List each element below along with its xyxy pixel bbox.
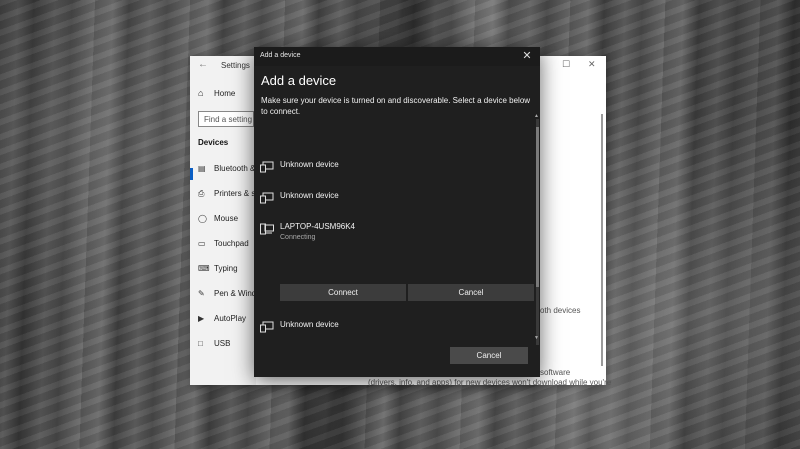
device-list-item[interactable]: Unknown device: [260, 159, 530, 183]
back-arrow-icon[interactable]: ←: [198, 59, 208, 70]
dialog-description: Make sure your device is turned on and d…: [261, 96, 531, 116]
keyboard-icon: ⌨: [198, 264, 210, 273]
nav-label: Printers & scanners: [214, 189, 256, 198]
nav-label: Mouse: [214, 214, 239, 223]
nav-label: AutoPlay: [214, 314, 247, 323]
dialog-titlebar-text: Add a device: [260, 52, 301, 59]
close-icon[interactable]: ✕: [520, 49, 534, 62]
nav-label: Typing: [214, 264, 238, 273]
nav-item-pen[interactable]: ✎ Pen & Windows Ink: [190, 289, 256, 309]
settings-scrollbar[interactable]: [601, 114, 603, 366]
background-text: (drivers, info, and apps) for new device…: [368, 378, 612, 387]
scroll-down-arrow-icon[interactable]: ▼: [534, 335, 539, 341]
device-name: Unknown device: [280, 320, 339, 329]
usb-icon: □: [198, 339, 203, 348]
nav-item-autoplay[interactable]: ▶ AutoPlay: [190, 314, 256, 334]
device-list-scrollbar[interactable]: [536, 119, 539, 345]
display-device-icon: [260, 321, 274, 333]
printer-icon: ⎙: [198, 189, 205, 198]
nav-label: USB: [214, 339, 231, 348]
scrollbar-thumb[interactable]: [536, 127, 539, 287]
dialog-heading: Add a device: [261, 73, 337, 88]
background-text: oth devices: [540, 306, 581, 315]
cancel-connection-button[interactable]: Cancel: [408, 284, 534, 301]
device-list-item[interactable]: Unknown device: [260, 319, 530, 343]
background-text: software: [540, 368, 571, 377]
close-icon[interactable]: ✕: [588, 59, 596, 70]
nav-label: Touchpad: [214, 239, 249, 248]
maximize-icon[interactable]: ☐: [562, 59, 570, 70]
device-status: Connecting: [280, 234, 316, 241]
pen-icon: ✎: [198, 289, 205, 298]
mouse-icon: ◯: [198, 214, 207, 223]
device-name: Unknown device: [280, 191, 339, 200]
section-title-devices: Devices: [198, 138, 229, 147]
display-device-icon: [260, 161, 274, 173]
autoplay-icon: ▶: [198, 314, 205, 323]
dialog-titlebar: Add a device ✕: [254, 47, 540, 66]
home-icon: ⌂: [198, 88, 204, 98]
device-list-item[interactable]: Unknown device: [260, 190, 530, 214]
home-label: Home: [214, 89, 236, 98]
nav-item-usb[interactable]: □ USB: [190, 339, 256, 359]
nav-item-typing[interactable]: ⌨ Typing: [190, 264, 256, 284]
nav-label: Pen & Windows Ink: [214, 289, 256, 298]
device-list-item-selected[interactable]: LAPTOP-4USM96K4 Connecting: [260, 221, 530, 245]
connect-button[interactable]: Connect: [280, 284, 406, 301]
bluetooth-icon: ▤: [198, 164, 206, 173]
device-name: Unknown device: [280, 160, 339, 169]
nav-item-mouse[interactable]: ◯ Mouse: [190, 214, 256, 234]
nav-item-touchpad[interactable]: ▭ Touchpad: [190, 239, 256, 259]
nav-label: Bluetooth & other devices: [214, 164, 256, 173]
cancel-button[interactable]: Cancel: [450, 347, 528, 364]
device-name: LAPTOP-4USM96K4: [280, 222, 355, 231]
settings-search-input[interactable]: Find a setting: [198, 111, 254, 127]
computer-device-icon: [260, 223, 274, 235]
nav-item-bluetooth[interactable]: ▤ Bluetooth & other devices: [190, 164, 256, 184]
nav-item-printers[interactable]: ⎙ Printers & scanners: [190, 189, 256, 209]
add-device-dialog: Add a device ✕ Add a device Make sure yo…: [254, 47, 540, 377]
display-device-icon: [260, 192, 274, 204]
home-nav-item[interactable]: ⌂ Home: [198, 88, 235, 98]
touchpad-icon: ▭: [198, 239, 206, 248]
settings-title: Settings: [221, 61, 250, 70]
